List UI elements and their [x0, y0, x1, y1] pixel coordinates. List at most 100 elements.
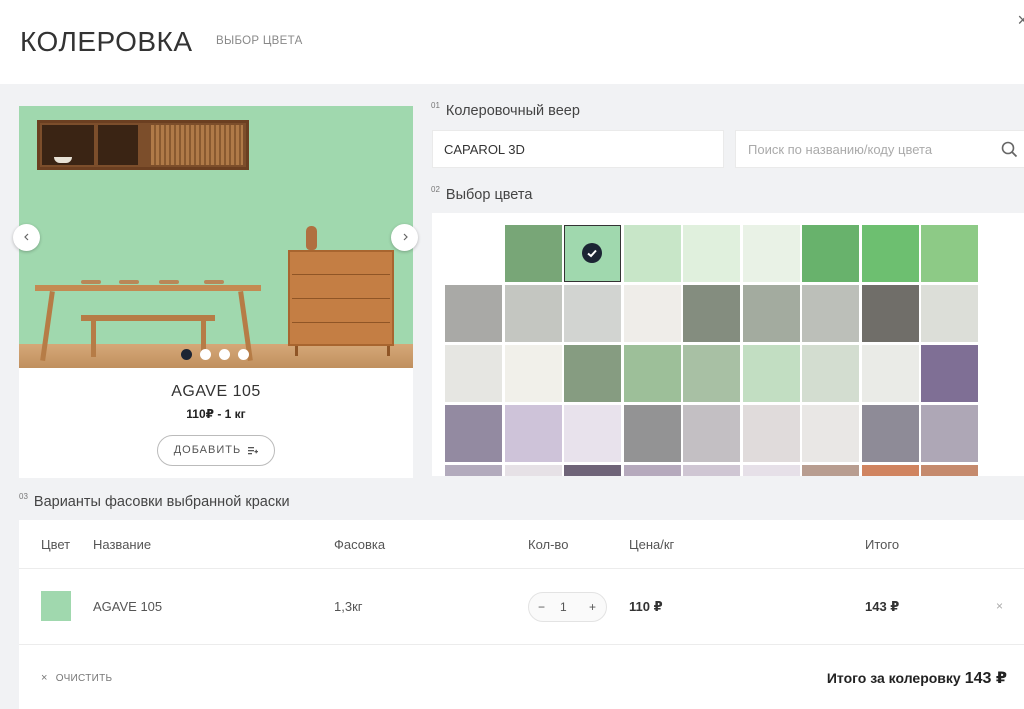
color-swatch[interactable] [445, 345, 502, 402]
column-price: Цена/кг [629, 537, 675, 552]
table-row: AGAVE 105 1,3кг − 1 + 110 ₽ 143 ₽ × [19, 569, 1024, 645]
carousel-dot[interactable] [181, 349, 192, 360]
page-subtitle: ВЫБОР ЦВЕТА [216, 35, 303, 47]
carousel-dots [181, 349, 249, 360]
color-swatch[interactable] [564, 405, 621, 462]
color-swatch[interactable] [921, 345, 978, 402]
bench [81, 315, 215, 321]
color-swatch[interactable] [683, 285, 740, 342]
color-swatch[interactable] [623, 285, 681, 342]
add-button-label: ДОБАВИТЬ [173, 444, 242, 456]
quantity-stepper: − 1 + [528, 592, 607, 622]
color-swatch[interactable] [623, 345, 681, 402]
close-icon: × [41, 672, 48, 684]
vase [306, 226, 317, 250]
section-pack-label: 03 Варианты фасовки выбранной краски [19, 492, 290, 510]
column-pack: Фасовка [334, 537, 386, 552]
cart-add-icon [248, 446, 259, 454]
color-swatch[interactable] [623, 225, 681, 282]
color-swatch[interactable] [861, 465, 919, 476]
row-total: 143 ₽ [865, 599, 900, 614]
carousel-dot[interactable] [238, 349, 249, 360]
total-label: Итого за колеровку [826, 670, 961, 686]
color-swatch[interactable] [445, 285, 502, 342]
color-swatch[interactable] [802, 465, 859, 476]
color-swatch[interactable] [504, 345, 562, 402]
color-swatch[interactable] [802, 225, 859, 282]
color-swatch[interactable] [861, 405, 919, 462]
color-swatch[interactable] [861, 285, 919, 342]
column-color: Цвет [41, 537, 71, 552]
color-swatch[interactable] [504, 225, 562, 282]
chevron-left-icon [23, 233, 28, 241]
product-image [19, 106, 413, 368]
search-icon[interactable] [1001, 141, 1018, 158]
color-palette [432, 213, 1024, 476]
wall-shelf [37, 120, 249, 170]
carousel-prev-button[interactable] [13, 224, 40, 251]
plus-button[interactable]: + [589, 600, 596, 614]
product-name: AGAVE 105 [171, 383, 261, 400]
color-swatch[interactable] [921, 225, 978, 282]
quantity-value[interactable]: 1 [560, 600, 567, 614]
carousel-next-button[interactable] [391, 224, 418, 251]
product-price: 110₽ - 1 кг [186, 407, 246, 421]
section-color-label: 02 Выбор цвета [431, 185, 533, 203]
color-swatch[interactable] [683, 465, 740, 476]
color-swatch[interactable] [683, 345, 740, 402]
minus-button[interactable]: − [538, 600, 545, 614]
color-swatch[interactable] [445, 465, 502, 476]
total-value: 143 ₽ [964, 670, 1007, 687]
chevron-right-icon [403, 233, 408, 241]
color-swatch[interactable] [742, 285, 800, 342]
color-swatch[interactable] [802, 345, 859, 402]
color-swatch[interactable] [742, 225, 800, 282]
checkmark-icon [582, 243, 602, 263]
color-swatch[interactable] [861, 345, 919, 402]
fan-select-value: CAPAROL 3D [444, 142, 525, 157]
row-pack: 1,3кг [334, 599, 363, 614]
column-qty: Кол-во [528, 537, 569, 552]
order-total: Итого за колеровку 143 ₽ [827, 668, 1007, 688]
section-fan-label: 01 Колеровочный веер [431, 101, 580, 119]
page-title: КОЛЕРОВКА [20, 26, 193, 57]
color-swatch[interactable] [802, 405, 859, 462]
color-swatch[interactable] [564, 285, 621, 342]
color-swatch[interactable] [921, 465, 978, 476]
color-swatch[interactable] [921, 405, 978, 462]
row-price: 110 ₽ [629, 599, 663, 614]
color-swatch[interactable] [445, 405, 502, 462]
dining-table [35, 285, 261, 291]
carousel-dot[interactable] [200, 349, 211, 360]
color-swatch[interactable] [802, 285, 859, 342]
color-swatch[interactable] [683, 225, 740, 282]
color-swatch[interactable] [861, 225, 919, 282]
clear-button[interactable]: × ОЧИСТИТЬ [41, 672, 112, 684]
color-swatch[interactable] [504, 405, 562, 462]
add-button[interactable]: ДОБАВИТЬ [157, 435, 275, 466]
color-search [735, 130, 1024, 168]
search-input[interactable] [736, 131, 1024, 167]
row-color-swatch [41, 591, 71, 621]
color-swatch[interactable] [564, 345, 621, 402]
color-swatch[interactable] [683, 405, 740, 462]
color-swatch[interactable] [504, 285, 562, 342]
remove-row-button[interactable]: × [996, 599, 1003, 613]
clear-label: ОЧИСТИТЬ [55, 673, 113, 684]
color-swatch[interactable] [921, 285, 978, 342]
color-swatch[interactable] [623, 405, 681, 462]
close-icon[interactable]: × [1017, 10, 1024, 31]
carousel-dot[interactable] [219, 349, 230, 360]
color-swatch[interactable] [742, 345, 800, 402]
column-total: Итого [865, 537, 900, 552]
page-header: КОЛЕРОВКА ВЫБОР ЦВЕТА × [0, 0, 1024, 84]
color-swatch[interactable] [742, 465, 800, 476]
color-swatch[interactable] [623, 465, 681, 476]
color-swatch-selected[interactable] [564, 225, 621, 282]
row-name: AGAVE 105 [93, 599, 163, 614]
color-swatch[interactable] [564, 465, 621, 476]
table-header: Цвет Название Фасовка Кол-во Цена/кг Ито… [19, 520, 1024, 569]
color-swatch[interactable] [504, 465, 562, 476]
color-swatch[interactable] [742, 405, 800, 462]
fan-select[interactable]: CAPAROL 3D [432, 130, 724, 168]
